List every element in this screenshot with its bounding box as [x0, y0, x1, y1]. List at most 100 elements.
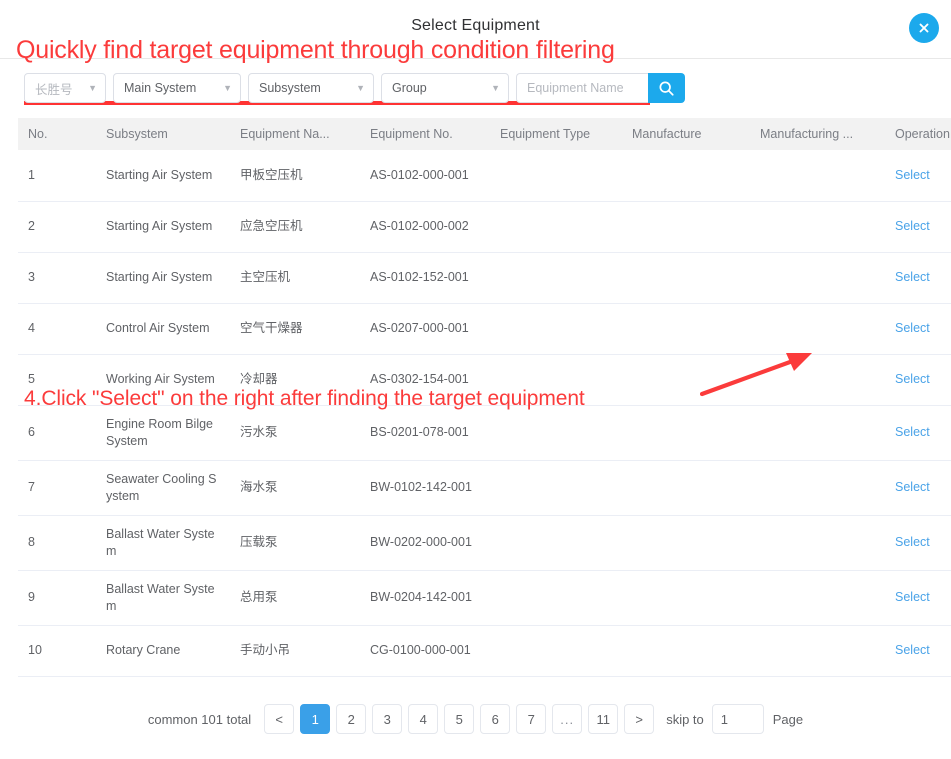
cell-equipment-no: AS-0102-000-002: [360, 201, 490, 253]
chevron-down-icon: ▼: [88, 82, 97, 93]
cell-equipment-no: AS-0207-000-001: [360, 303, 490, 355]
table-header-row: No. Subsystem Equipment Na... Equipment …: [18, 118, 951, 150]
cell-manufacture: [622, 354, 750, 406]
select-link[interactable]: Select: [895, 321, 930, 335]
cell-manufacture: [622, 150, 750, 202]
cell-manufacturing-date: [750, 460, 885, 516]
equipment-name-input[interactable]: [516, 73, 648, 103]
cell-equipment-type: [490, 460, 622, 516]
select-link[interactable]: Select: [895, 643, 930, 657]
cell-equipment-name: 总用泵: [230, 570, 360, 626]
column-header-subsystem: Subsystem: [96, 118, 230, 150]
pagination-skip-input[interactable]: [711, 704, 764, 734]
select-link[interactable]: Select: [895, 425, 930, 439]
table-body: 1 Starting Air System 甲板空压机 AS-0102-000-001…: [18, 150, 951, 677]
equipment-table: No. Subsystem Equipment Na... Equipment …: [18, 118, 951, 677]
pagination-page-button-2[interactable]: 2: [336, 704, 367, 734]
pagination-page-button-3[interactable]: 3: [372, 704, 403, 734]
cell-operation: Select: [885, 570, 951, 626]
pagination-page-button-6[interactable]: 6: [480, 704, 511, 734]
cell-manufacturing-date: [750, 150, 885, 202]
chevron-down-icon: ▼: [356, 82, 365, 93]
cell-equipment-name: 甲板空压机: [230, 150, 360, 202]
cell-manufacture: [622, 570, 750, 626]
column-header-equipment-no: Equipment No.: [360, 118, 490, 150]
cell-equipment-name: 应急空压机: [230, 201, 360, 253]
cell-no: 6: [18, 405, 96, 461]
cell-operation: Select: [885, 460, 951, 516]
cell-manufacturing-date: [750, 201, 885, 253]
main-system-select[interactable]: Main System ▼: [113, 73, 241, 103]
group-select[interactable]: Group ▼: [381, 73, 509, 103]
cell-no: 1: [18, 150, 96, 202]
pagination-page-button-5[interactable]: 5: [444, 704, 475, 734]
table-row: 3 Starting Air System 主空压机 AS-0102-152-001 S…: [18, 252, 951, 304]
equipment-table-container: No. Subsystem Equipment Na... Equipment …: [18, 118, 951, 677]
select-link[interactable]: Select: [895, 270, 930, 284]
select-link[interactable]: Select: [895, 590, 930, 604]
chevron-down-icon: ▼: [491, 82, 500, 93]
pagination-page-button-4[interactable]: 4: [408, 704, 439, 734]
cell-equipment-no: AS-0102-000-001: [360, 150, 490, 202]
cell-no: 3: [18, 252, 96, 304]
select-link[interactable]: Select: [895, 372, 930, 386]
table-header: No. Subsystem Equipment Na... Equipment …: [18, 118, 951, 150]
pagination-page-button-7[interactable]: 7: [516, 704, 547, 734]
cell-manufacture: [622, 625, 750, 677]
search-button[interactable]: [648, 73, 685, 103]
table-row: 6 Engine Room Bilge System 污水泵 BS-0201-078-…: [18, 405, 951, 461]
cell-subsystem: Seawater Cooling System: [96, 460, 230, 516]
pagination-skip-label: skip to: [666, 711, 704, 727]
main-system-select-value: Main System: [124, 81, 197, 95]
pagination-page-buttons: 1 2 3 4 5 6 7... 11: [300, 704, 624, 734]
cell-manufacturing-date: [750, 570, 885, 626]
close-icon: [919, 23, 929, 33]
page-title: Select Equipment: [411, 17, 540, 34]
header-divider: [0, 58, 951, 59]
select-link[interactable]: Select: [895, 168, 930, 182]
cell-manufacture: [622, 515, 750, 571]
cell-equipment-type: [490, 354, 622, 406]
cell-equipment-type: [490, 201, 622, 253]
cell-equipment-name: 海水泵: [230, 460, 360, 516]
cell-operation: Select: [885, 625, 951, 677]
cell-equipment-name: 压载泵: [230, 515, 360, 571]
pagination-more-button[interactable]: ...: [552, 704, 583, 734]
pagination-prev-button[interactable]: <: [264, 704, 295, 734]
cell-equipment-type: [490, 515, 622, 571]
cell-equipment-type: [490, 252, 622, 304]
close-button[interactable]: [909, 13, 939, 43]
pagination-next-button[interactable]: >: [624, 704, 655, 734]
cell-subsystem: Ballast Water System: [96, 515, 230, 571]
ship-select[interactable]: 长胜号 ▼: [24, 73, 106, 103]
annotation-heading: Quickly find target equipment through co…: [16, 36, 615, 64]
column-header-no: No.: [18, 118, 96, 150]
cell-equipment-no: BW-0102-142-001: [360, 460, 490, 516]
cell-no: 2: [18, 201, 96, 253]
select-link[interactable]: Select: [895, 219, 930, 233]
table-row: 10 Rotary Crane 手动小吊 CG-0100-000-001 Select: [18, 625, 951, 677]
cell-equipment-type: [490, 405, 622, 461]
pagination-page-button-1[interactable]: 1: [300, 704, 331, 734]
cell-equipment-name: 冷却器: [230, 354, 360, 406]
cell-subsystem: Control Air System: [96, 303, 230, 355]
cell-no: 4: [18, 303, 96, 355]
cell-no: 10: [18, 625, 96, 677]
cell-operation: Select: [885, 354, 951, 406]
table-row: 4 Control Air System 空气干燥器 AS-0207-000-001 S…: [18, 303, 951, 355]
cell-equipment-no: BS-0201-078-001: [360, 405, 490, 461]
pagination-skip-suffix: Page: [772, 711, 804, 727]
table-row: 1 Starting Air System 甲板空压机 AS-0102-000-001…: [18, 150, 951, 202]
column-header-manufacturing-date: Manufacturing ...: [750, 118, 885, 150]
cell-no: 5: [18, 354, 96, 406]
select-link[interactable]: Select: [895, 535, 930, 549]
table-row: 8 Ballast Water System 压载泵 BW-0202-000-001 S…: [18, 515, 951, 571]
search-icon: [659, 81, 674, 96]
cell-subsystem: Working Air System: [96, 354, 230, 406]
cell-equipment-type: [490, 570, 622, 626]
select-link[interactable]: Select: [895, 480, 930, 494]
pagination-page-button-11[interactable]: 11: [588, 704, 619, 734]
subsystem-select[interactable]: Subsystem ▼: [248, 73, 374, 103]
chevron-down-icon: ▼: [223, 82, 232, 93]
column-header-equipment-type: Equipment Type: [490, 118, 622, 150]
